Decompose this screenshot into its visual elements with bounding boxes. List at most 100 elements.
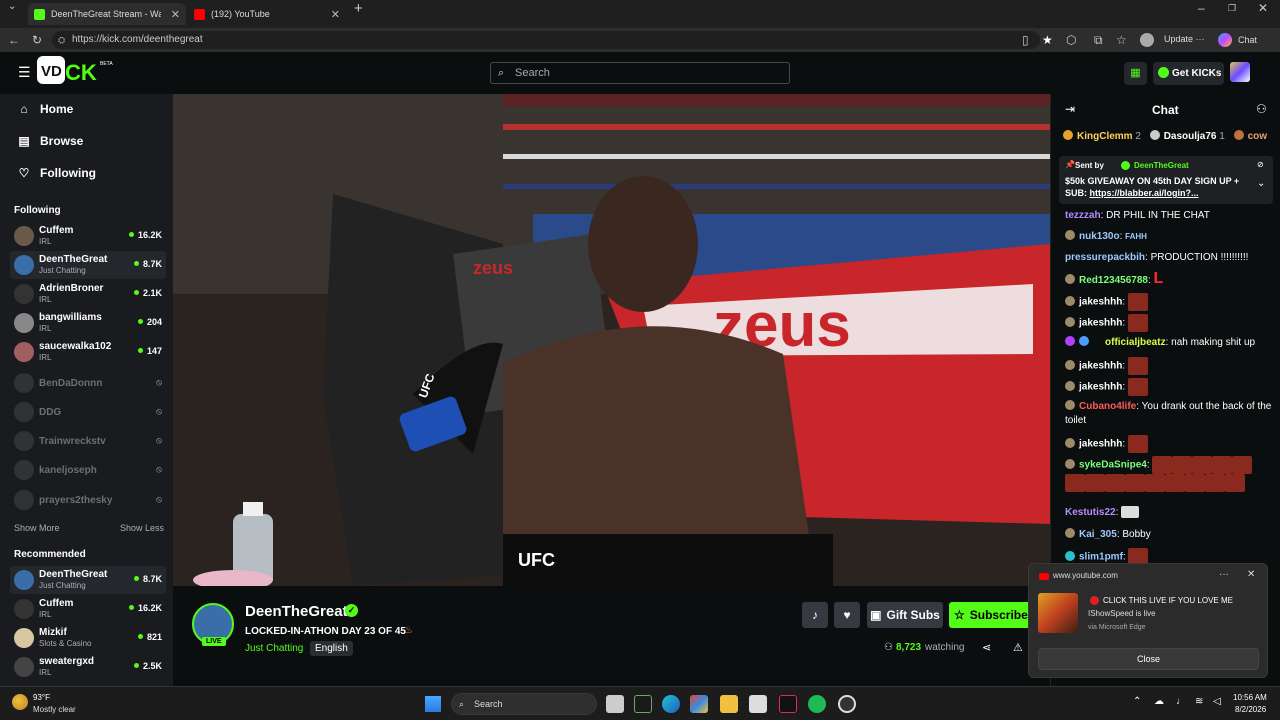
kick-logo[interactable]: VD CK BETA — [37, 56, 117, 86]
nav-following[interactable]: ♡ Following — [18, 166, 96, 180]
store-icon[interactable] — [749, 695, 767, 713]
extensions-icon[interactable]: ⬡ — [1066, 28, 1076, 52]
browser-notification[interactable]: www.youtube.com ··· ✕ CLICK THIS LIVE IF… — [1028, 563, 1268, 678]
wifi-icon[interactable]: ≋ — [1195, 696, 1203, 707]
site-info-icon[interactable]: ⛭ — [58, 31, 65, 49]
tab-kick[interactable]: DeenTheGreat Stream - Watc ✕ — [28, 3, 186, 25]
tiktok-icon[interactable] — [779, 695, 797, 713]
menu-icon[interactable]: ☰ — [18, 64, 31, 81]
sidebar-channel-offline[interactable]: prayers2thesky ⦸ — [10, 486, 166, 514]
close-window-icon[interactable]: ✕ — [1258, 0, 1268, 20]
chat-message: pressurepackbih: PRODUCTION !!!!!!!!!! — [1065, 252, 1249, 263]
office-icon[interactable] — [690, 695, 708, 713]
tab-actions-icon[interactable]: ⌄ — [8, 0, 16, 19]
user-avatar[interactable] — [1230, 62, 1250, 82]
sidebar-recommended-cuffem[interactable]: Cuffem IRL 16.2K — [10, 595, 166, 623]
weather-temp[interactable]: 93°F — [33, 693, 50, 702]
favorites-icon[interactable]: ☆ — [1116, 28, 1127, 52]
copilot-chat-label[interactable]: Chat — [1238, 35, 1257, 45]
spotify-icon[interactable] — [808, 695, 826, 713]
obs-icon[interactable] — [838, 695, 856, 713]
emote — [1127, 435, 1148, 453]
update-button[interactable]: Update ··· — [1164, 34, 1205, 44]
profile-avatar[interactable] — [1140, 33, 1154, 47]
close-tab-icon[interactable]: ✕ — [171, 8, 180, 21]
restore-icon[interactable]: ❐ — [1228, 0, 1236, 20]
favorite-star-icon[interactable]: ★ — [1042, 28, 1053, 52]
chevron-down-icon[interactable]: ⌄ — [1257, 178, 1265, 189]
nav-home[interactable]: ⌂ Home — [18, 102, 73, 116]
tray-cloud-icon[interactable]: ☁ — [1154, 696, 1164, 707]
weather-desc[interactable]: Mostly clear — [33, 705, 76, 714]
sidebar-recommended-sweatergxd[interactable]: sweatergxd IRL 2.5K — [10, 653, 166, 681]
search-input[interactable]: ⌕ Search — [490, 62, 790, 84]
sidebar-channel-offline[interactable]: DDG ⦸ — [10, 398, 166, 426]
pinned-message[interactable]: 📌 Sent by DeenTheGreat ⊘ $50k GIVEAWAY O… — [1059, 156, 1273, 204]
tab-title: (192) YouTube — [211, 9, 270, 19]
gifter-badge-icon — [1063, 130, 1073, 140]
notification-thumbnail — [1038, 593, 1078, 633]
sidebar-channel-adrienbroner[interactable]: AdrienBroner IRL 2.1K — [10, 280, 166, 308]
volume-icon[interactable]: ◁ — [1213, 696, 1221, 707]
report-icon[interactable]: ⚠ — [1013, 641, 1023, 654]
sidebar-channel-deenthegreat[interactable]: DeenTheGreat Just Chatting 8.7K — [10, 251, 166, 279]
close-icon[interactable]: ✕ — [1247, 569, 1255, 580]
file-explorer-icon[interactable] — [720, 695, 738, 713]
sidebar-channel-cuffem[interactable]: Cuffem IRL 16.2K — [10, 222, 166, 250]
minimize-icon[interactable]: – — [1198, 0, 1205, 20]
sidebar-channel-saucewalka102[interactable]: saucewalka102 IRL 147 — [10, 338, 166, 366]
notification-close-button[interactable]: Close — [1038, 648, 1259, 670]
gift-subs-button[interactable]: ▣ Gift Subs — [867, 602, 943, 628]
sidebar-recommended-mizkif[interactable]: Mizkif Slots & Casino 821 — [10, 624, 166, 652]
video-player[interactable]: zeus zeus UFC UFC — [173, 94, 1050, 586]
notifications-bell-button[interactable]: ♪ — [802, 602, 828, 628]
edge-icon[interactable] — [662, 695, 680, 713]
emote — [1127, 378, 1148, 396]
clock-date[interactable]: 8/2/2026 — [1235, 705, 1266, 714]
sidebar-recommended-deenthegreat[interactable]: DeenTheGreat Just Chatting 8.7K — [10, 566, 166, 594]
share-icon[interactable]: ⋖ — [982, 641, 991, 654]
back-icon[interactable]: ← — [8, 28, 20, 52]
taskbar-search[interactable]: ⌕ Search — [451, 693, 597, 715]
category-link[interactable]: Just Chatting — [245, 643, 303, 654]
follow-button[interactable]: ♥ — [834, 602, 860, 628]
store-button[interactable]: ▦ — [1124, 62, 1147, 85]
leader-count: 1 — [1219, 131, 1225, 142]
sidebar-channel-bangwilliams[interactable]: bangwilliams IRL 204 — [10, 309, 166, 337]
collapse-chat-icon[interactable]: ⇥ — [1065, 102, 1075, 116]
show-more-button[interactable]: Show More — [14, 523, 60, 533]
tray-chevron-icon[interactable]: ⌃ — [1133, 696, 1141, 707]
leader-name[interactable]: KingClemm — [1077, 131, 1133, 142]
task-view-icon[interactable] — [606, 695, 624, 713]
more-options-icon[interactable]: ··· — [1219, 569, 1229, 580]
nav-browse[interactable]: ▤ Browse — [18, 134, 83, 148]
tab-youtube[interactable]: (192) YouTube ✕ — [188, 3, 346, 25]
chat-users-icon[interactable]: ⚇ — [1256, 102, 1267, 116]
sidebar-channel-offline[interactable]: BenDaDonnn ⦸ — [10, 369, 166, 397]
sidebar-channel-offline[interactable]: kaneljoseph ⦸ — [10, 456, 166, 484]
terminal-icon[interactable] — [634, 695, 652, 713]
split-screen-icon[interactable]: ⧉ — [1094, 28, 1103, 52]
live-dot-icon — [1090, 596, 1099, 605]
weather-icon[interactable] — [12, 694, 28, 710]
gifter-badge-icon — [1233, 130, 1244, 140]
copilot-icon[interactable] — [1218, 33, 1232, 47]
new-tab-icon[interactable]: + — [354, 0, 363, 21]
sidebar-channel-offline[interactable]: Trainwreckstv ⦸ — [10, 427, 166, 455]
unpin-icon[interactable]: ⊘ — [1257, 160, 1264, 169]
leader-name[interactable]: Dasoulja76 — [1164, 131, 1217, 142]
microphone-icon[interactable]: ♩ — [1176, 696, 1186, 707]
url-field[interactable]: ⛭ https://kick.com/deenthegreat — [52, 31, 1040, 49]
live-badge: LIVE — [202, 637, 226, 646]
leader-name[interactable]: cow — [1248, 131, 1267, 142]
viewers-icon: ⚇ — [884, 642, 893, 653]
reading-view-icon[interactable]: ▯ — [1022, 28, 1029, 52]
streamer-name[interactable]: DeenTheGreat — [245, 603, 348, 620]
show-less-button[interactable]: Show Less — [120, 523, 164, 533]
start-button[interactable] — [425, 696, 441, 712]
refresh-icon[interactable]: ↻ — [32, 28, 42, 52]
get-kicks-button[interactable]: Get KICKs — [1153, 62, 1224, 85]
close-tab-icon[interactable]: ✕ — [331, 8, 340, 21]
clock-time[interactable]: 10:56 AM — [1233, 693, 1267, 702]
language-tag[interactable]: English — [310, 641, 353, 656]
